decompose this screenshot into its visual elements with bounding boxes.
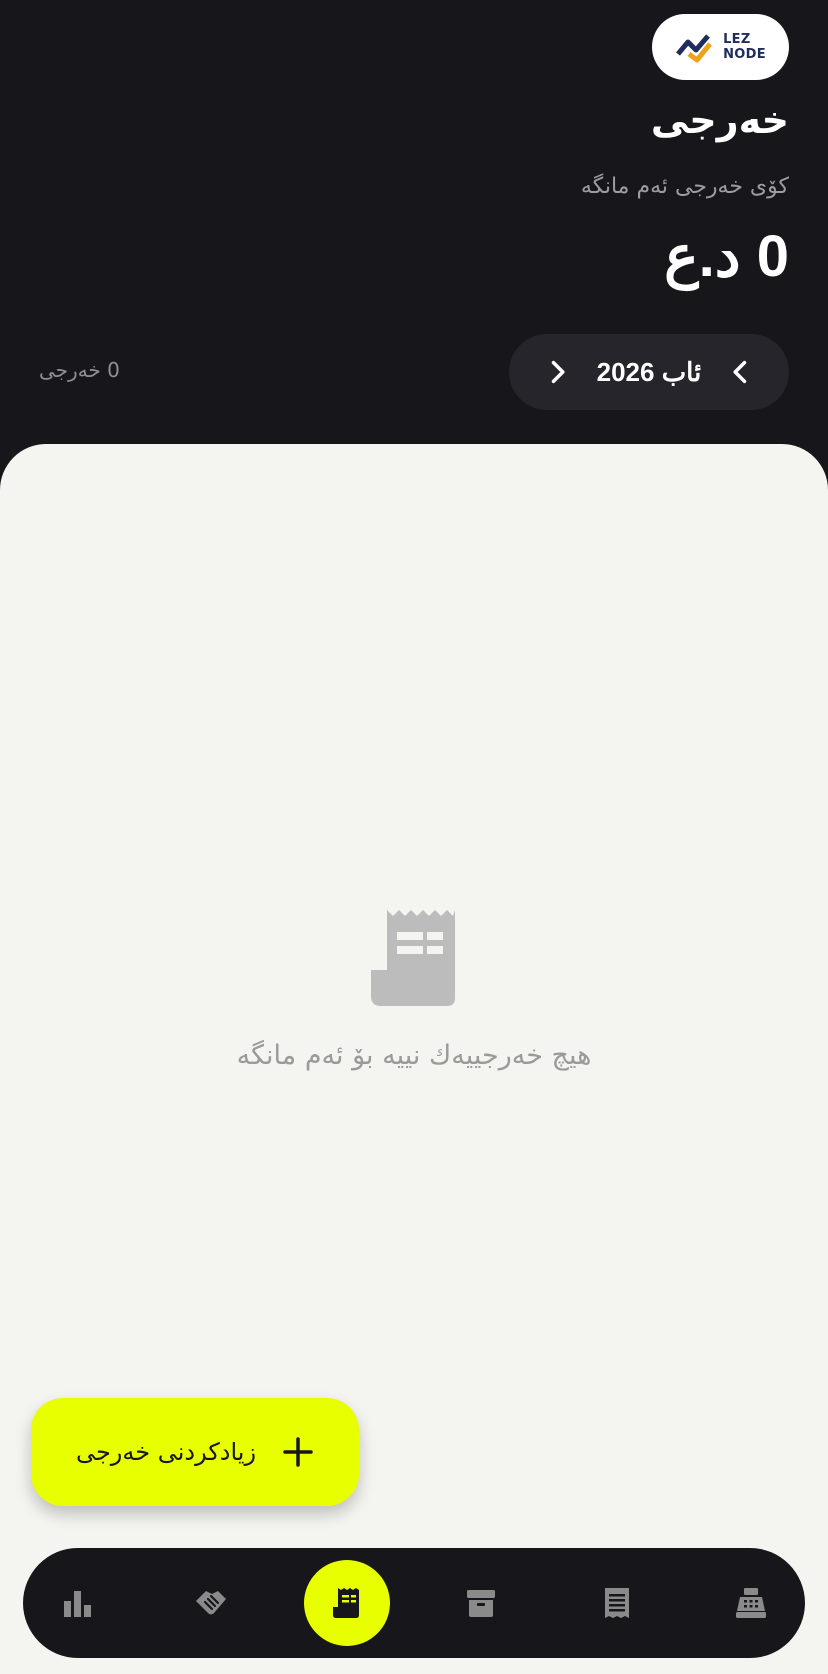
add-expense-label: زیادکردنی خەرجی	[75, 1438, 257, 1466]
monthly-total-amount: 0 د.ع	[664, 224, 789, 289]
receipt-icon	[333, 1588, 359, 1618]
header: LEZ NODE خەرجی کۆی خەرجی ئەم مانگە 0 د.ع…	[0, 0, 828, 470]
nav-item-deals[interactable]	[193, 1585, 229, 1621]
nav-item-archive[interactable]	[463, 1585, 499, 1621]
logo-line-2: NODE	[723, 47, 766, 62]
expense-count: 0 خەرجی	[39, 358, 120, 382]
month-selector: ئاب 2026	[509, 334, 789, 410]
empty-state-message: هیچ خەرجییەك نییە بۆ ئەم مانگە	[236, 1040, 592, 1071]
archive-box-icon	[467, 1590, 495, 1617]
page-title: خەرجی	[650, 98, 789, 142]
lez-node-logo-icon	[676, 34, 713, 63]
logo-line-1: LEZ	[723, 32, 751, 47]
handshake-icon	[196, 1591, 226, 1615]
document-list-icon	[605, 1588, 629, 1618]
next-month-button[interactable]	[723, 354, 759, 390]
month-label: ئاب 2026	[596, 356, 702, 387]
nav-item-cashier[interactable]	[733, 1585, 769, 1621]
nav-item-reports[interactable]	[59, 1585, 95, 1621]
nav-item-expenses[interactable]	[304, 1560, 390, 1646]
add-expense-button[interactable]: زیادکردنی خەرجی	[31, 1398, 359, 1506]
logo-wordmark: LEZ NODE	[723, 32, 766, 62]
bottom-navigation	[23, 1548, 805, 1658]
cash-register-icon	[736, 1588, 766, 1618]
plus-icon	[283, 1437, 313, 1467]
brand-logo: LEZ NODE	[652, 14, 789, 80]
chevron-left-icon	[733, 360, 747, 384]
nav-item-invoices[interactable]	[599, 1585, 635, 1621]
chevron-right-icon	[551, 360, 565, 384]
receipt-icon	[367, 908, 461, 1008]
previous-month-button[interactable]	[539, 354, 575, 390]
bar-chart-icon	[64, 1591, 91, 1617]
monthly-total-label: کۆی خەرجی ئەم مانگە	[580, 174, 789, 199]
